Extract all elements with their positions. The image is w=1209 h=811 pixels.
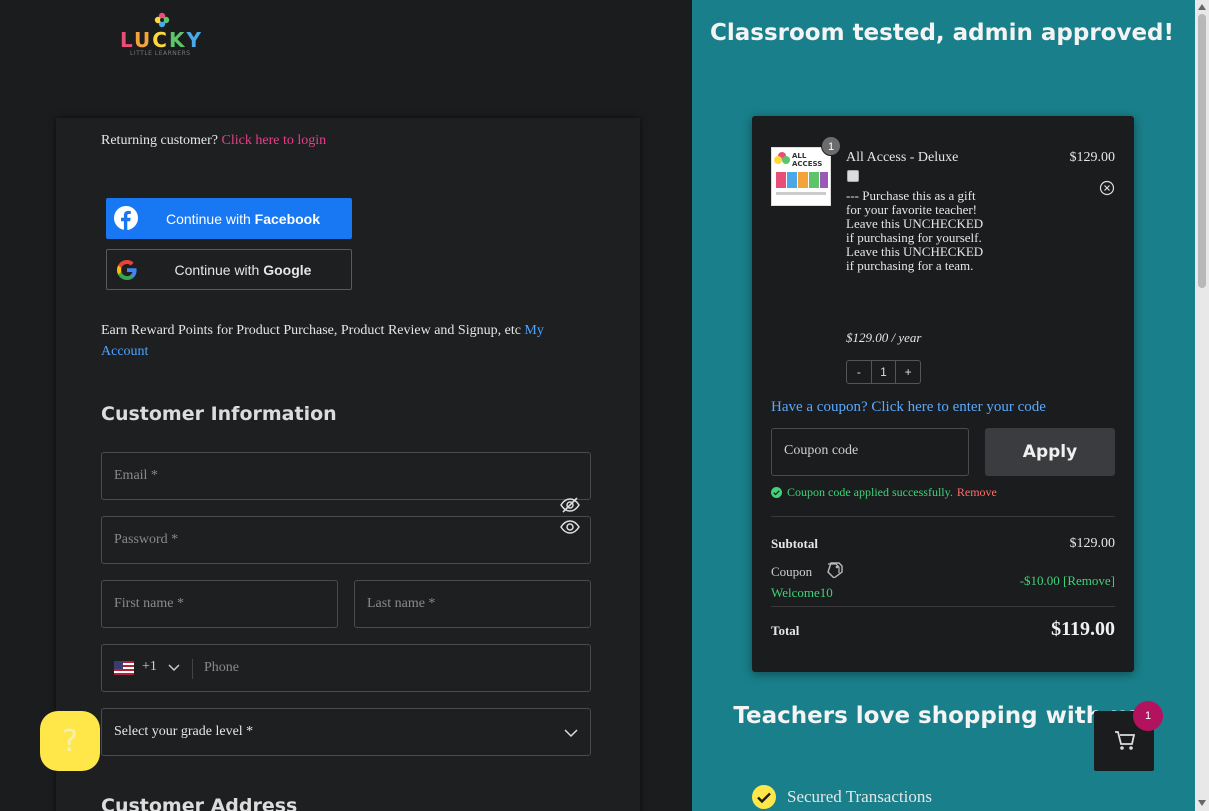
eye-icon[interactable] (560, 519, 580, 535)
flower-icon (154, 12, 170, 28)
product-name: All Access - Deluxe (846, 150, 959, 165)
qty-minus-button[interactable]: - (847, 361, 871, 383)
total-label: Total (771, 623, 800, 638)
cart-count-badge: 1 (1133, 701, 1163, 731)
customer-address-heading: Customer Address (101, 795, 298, 811)
grade-level-value: Select your grade level * (114, 724, 254, 739)
phone-dial-code[interactable]: +1 (142, 659, 157, 675)
email-placeholder: Email * (114, 468, 158, 483)
checkout-form-panel: LUCKY LITTLE LEARNERS Returning customer… (0, 0, 692, 811)
email-field[interactable]: Email * (101, 452, 591, 500)
last-name-field[interactable]: Last name * (354, 580, 591, 628)
subtotal-label: Subtotal (771, 536, 818, 551)
customer-information-heading: Customer Information (101, 403, 337, 425)
last-name-placeholder: Last name * (367, 596, 436, 611)
password-placeholder: Password * (114, 532, 179, 547)
coupon-remove-link[interactable]: Remove (957, 485, 997, 500)
gift-checkbox[interactable] (847, 170, 859, 182)
page-scrollbar[interactable] (1195, 0, 1209, 811)
coupon-placeholder: Coupon code (784, 443, 859, 458)
applied-coupon-code: Welcome10 (771, 585, 833, 600)
site-logo[interactable]: LUCKY LITTLE LEARNERS (116, 12, 210, 60)
tag-icon (827, 562, 843, 578)
svg-text:ALL: ALL (792, 152, 807, 160)
product-thumbnail: ALL ACCESS (771, 147, 831, 206)
subscription-price: $129.00 / year (846, 330, 922, 345)
close-circle-icon[interactable] (1099, 180, 1115, 196)
grade-level-select[interactable]: Select your grade level * (101, 708, 591, 756)
coupon-label: Coupon (771, 564, 813, 579)
check-circle-icon (752, 785, 776, 809)
coupon-link[interactable]: Have a coupon? Click here to enter your … (771, 399, 1046, 416)
logo-subtitle: LITTLE LEARNERS (130, 50, 191, 57)
eye-slash-icon[interactable] (560, 496, 580, 514)
check-circle-icon (771, 487, 782, 498)
secured-transactions-item: Secured Transactions (752, 785, 932, 809)
login-link[interactable]: Click here to login (222, 133, 327, 148)
scroll-down-icon[interactable] (1198, 800, 1206, 806)
coupon-success-text: Coupon code applied successfully. (787, 485, 953, 499)
tagline: Classroom tested, admin approved! (709, 20, 1175, 46)
scrollbar-thumb[interactable] (1198, 14, 1206, 288)
cart-icon (1115, 731, 1136, 750)
coupon-code-input[interactable]: Coupon code (771, 428, 969, 476)
cart-card: ALL ACCESS 1 All Access - Deluxe $129.00… (752, 116, 1134, 672)
gift-text: --- Purchase this as a gift for your fav… (846, 188, 984, 273)
quantity-stepper: - 1 + (846, 360, 921, 384)
logo-wordmark: LUCKY (120, 28, 203, 52)
chevron-down-icon (564, 729, 578, 738)
teachers-love-heading: Teachers love shopping with us! (733, 703, 1151, 729)
first-name-field[interactable]: First name * (101, 580, 338, 628)
qty-input[interactable]: 1 (870, 361, 896, 383)
help-button[interactable]: ? (40, 711, 100, 771)
scroll-up-icon[interactable] (1198, 4, 1206, 10)
qty-plus-button[interactable]: + (895, 361, 920, 383)
phone-separator (192, 659, 193, 679)
password-field[interactable]: Password * (101, 516, 591, 564)
svg-text:ACCESS: ACCESS (792, 160, 822, 168)
chevron-down-icon[interactable] (168, 663, 180, 673)
order-summary-panel: Classroom tested, admin approved! ALL AC… (692, 0, 1195, 811)
product-image: ALL ACCESS (774, 152, 828, 195)
apply-coupon-button[interactable]: Apply (985, 428, 1115, 476)
subtotal-value: $129.00 (1069, 536, 1116, 551)
item-quantity-badge: 1 (821, 136, 841, 156)
coupon-discount-value[interactable]: -$10.00 [Remove] (1020, 573, 1115, 589)
reward-text: Earn Reward Points for Product Purchase,… (101, 323, 525, 338)
continue-with-facebook-button[interactable]: Continue with Facebook (106, 198, 352, 239)
help-label: ? (62, 723, 78, 759)
continue-with-google-button[interactable]: Continue with Google (106, 249, 352, 290)
returning-customer-text: Returning customer? Click here to login (101, 133, 326, 149)
product-price: $129.00 (1069, 150, 1116, 165)
first-name-placeholder: First name * (114, 596, 184, 611)
phone-field[interactable]: +1 Phone (101, 644, 591, 692)
facebook-button-label: Continue with Facebook (165, 210, 321, 227)
total-value: $119.00 (1051, 618, 1115, 640)
divider (771, 516, 1115, 517)
us-flag-icon[interactable] (114, 661, 134, 675)
secured-transactions-text: Secured Transactions (787, 787, 932, 806)
returning-prefix: Returning customer? (101, 133, 222, 148)
phone-placeholder: Phone (204, 660, 239, 675)
divider (771, 606, 1115, 607)
reward-points-text: Earn Reward Points for Product Purchase,… (101, 320, 571, 362)
google-button-label: Continue with Google (174, 261, 312, 278)
coupon-success-message: Coupon code applied successfully. Remove (771, 485, 997, 500)
